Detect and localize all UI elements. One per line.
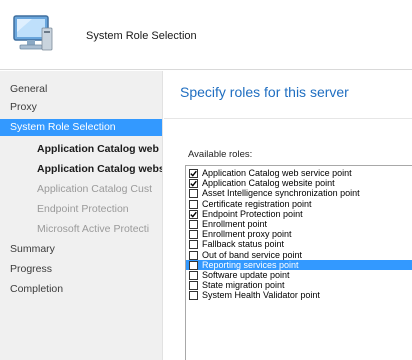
sidebar-item-app-catalog-customizations[interactable]: Application Catalog Cust bbox=[0, 181, 162, 198]
role-item[interactable]: System Health Validator point bbox=[186, 290, 412, 301]
sidebar-item-summary[interactable]: Summary bbox=[0, 241, 162, 258]
checkbox-unchecked[interactable] bbox=[189, 230, 198, 240]
checkbox-unchecked[interactable] bbox=[189, 220, 198, 229]
checkbox-unchecked[interactable] bbox=[189, 291, 198, 301]
sidebar-item-completion[interactable]: Completion bbox=[0, 281, 162, 298]
sidebar-item-progress[interactable]: Progress bbox=[0, 261, 162, 278]
role-item[interactable]: Endpoint Protection point bbox=[186, 209, 412, 219]
role-item[interactable]: Application Catalog website point bbox=[186, 178, 412, 189]
sidebar-item-app-catalog-website[interactable]: Application Catalog webs bbox=[0, 161, 162, 178]
checkbox-unchecked[interactable] bbox=[189, 250, 198, 260]
role-label: Enrollment point bbox=[202, 219, 268, 229]
role-label: Software update point bbox=[202, 270, 290, 280]
role-label: System Health Validator point bbox=[202, 290, 320, 301]
role-label: Application Catalog website point bbox=[202, 178, 335, 189]
sidebar-item-microsoft-active-protection[interactable]: Microsoft Active Protecti bbox=[0, 221, 162, 238]
sidebar-item-app-catalog-web-service[interactable]: Application Catalog web bbox=[0, 141, 162, 158]
section-heading: Specify roles for this server bbox=[180, 84, 349, 100]
role-label: Asset Intelligence synchronization point bbox=[202, 188, 360, 199]
wizard-content: Specify roles for this server Available … bbox=[164, 71, 412, 360]
header-divider bbox=[164, 118, 412, 119]
checkbox-unchecked[interactable] bbox=[189, 199, 198, 209]
role-item[interactable]: Reporting services point bbox=[186, 259, 412, 270]
sidebar-item-general[interactable]: General bbox=[0, 81, 162, 98]
checkbox-checked[interactable] bbox=[189, 179, 198, 189]
role-label: Certificate registration point bbox=[202, 198, 312, 209]
role-item[interactable]: Enrollment proxy point bbox=[186, 229, 412, 240]
checkbox-unchecked[interactable] bbox=[189, 260, 198, 270]
role-item[interactable]: Software update point bbox=[186, 270, 412, 280]
sidebar-item-system-role-selection[interactable]: System Role Selection bbox=[0, 119, 162, 136]
sidebar-item-endpoint-protection[interactable]: Endpoint Protection bbox=[0, 201, 162, 218]
available-roles-label: Available roles: bbox=[188, 149, 253, 160]
computer-icon bbox=[12, 14, 54, 54]
wizard-header: System Role Selection bbox=[0, 0, 412, 70]
role-label: Enrollment proxy point bbox=[202, 229, 292, 240]
role-item[interactable]: Asset Intelligence synchronization point bbox=[186, 188, 412, 199]
checkbox-unchecked[interactable] bbox=[189, 189, 198, 199]
page-title: System Role Selection bbox=[86, 30, 197, 42]
wizard-sidebar: General Proxy System Role Selection Appl… bbox=[0, 71, 163, 360]
checkbox-unchecked[interactable] bbox=[189, 281, 198, 291]
role-label: Fallback status point bbox=[202, 239, 285, 250]
roles-checklist[interactable]: Application Catalog web service point App… bbox=[185, 165, 412, 360]
checkbox-checked[interactable] bbox=[189, 169, 198, 178]
role-label: Endpoint Protection point bbox=[202, 208, 303, 219]
role-label: Application Catalog web service point bbox=[202, 168, 352, 178]
role-item[interactable]: Fallback status point bbox=[186, 239, 412, 250]
role-item[interactable]: State migration point bbox=[186, 280, 412, 291]
role-item[interactable]: Certificate registration point bbox=[186, 199, 412, 209]
role-item[interactable]: Enrollment point bbox=[186, 219, 412, 229]
role-label: State migration point bbox=[202, 280, 285, 291]
checkbox-checked[interactable] bbox=[189, 209, 198, 219]
sidebar-item-proxy[interactable]: Proxy bbox=[0, 99, 162, 116]
role-label: Out of band service point bbox=[202, 249, 303, 260]
role-label: Reporting services point bbox=[202, 259, 299, 270]
role-item[interactable]: Out of band service point bbox=[186, 250, 412, 260]
checkbox-unchecked[interactable] bbox=[189, 271, 198, 280]
role-item[interactable]: Application Catalog web service point bbox=[186, 168, 412, 178]
checkbox-unchecked[interactable] bbox=[189, 240, 198, 250]
